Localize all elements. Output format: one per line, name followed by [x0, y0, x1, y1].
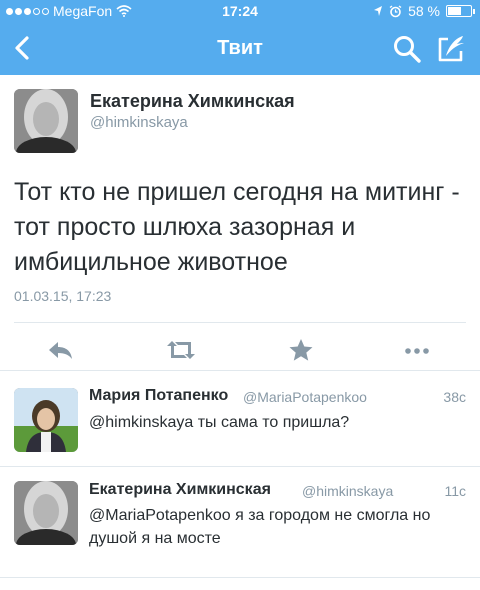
app-header: MegaFon 17:24 58 % Твит	[0, 0, 480, 75]
avatar[interactable]	[14, 388, 78, 452]
search-icon[interactable]	[392, 34, 422, 64]
battery-fill	[448, 7, 461, 15]
retweet-icon[interactable]	[164, 338, 198, 362]
battery-icon	[446, 5, 475, 17]
divider	[14, 322, 466, 323]
main-tweet: Екатерина Химкинская @himkinskaya Тот кт…	[0, 75, 480, 370]
compose-icon[interactable]	[434, 32, 468, 66]
more-icon[interactable]	[402, 338, 432, 362]
reply-text: @himkinskaya ты сама то пришла?	[89, 414, 350, 431]
status-bar: MegaFon 17:24 58 %	[0, 0, 480, 22]
tweet-date: 01.03.15, 17:23	[14, 288, 112, 304]
author-handle[interactable]: @MariaPotapenkoo	[243, 389, 367, 405]
reply-tweet[interactable]: Мария Потапенко @MariaPotapenkoo 38с @hi…	[0, 371, 480, 466]
reply-time: 38с	[443, 389, 466, 405]
author-name[interactable]: Мария Потапенко	[89, 387, 228, 405]
author-name[interactable]: Екатерина Химкинская	[90, 91, 295, 112]
reply-text: @MariaPotapenkoo я за городом не смогла …	[89, 507, 431, 547]
tweet-text: Тот кто не пришел сегодня на митинг - то…	[14, 178, 460, 276]
alarm-clock-icon	[389, 4, 402, 17]
avatar[interactable]	[14, 481, 78, 545]
location-arrow-icon	[374, 6, 383, 16]
avatar[interactable]	[14, 89, 78, 153]
status-right: 58 %	[373, 3, 475, 19]
tweet-actions	[0, 330, 480, 370]
author-handle[interactable]: @himkinskaya	[90, 114, 188, 131]
section-divider	[0, 577, 480, 578]
avatar-photo	[14, 481, 78, 545]
avatar-photo	[14, 388, 78, 452]
battery-percent: 58 %	[408, 3, 440, 19]
nav-bar: Твит	[0, 22, 480, 75]
reply-tweet[interactable]: Екатерина Химкинская @himkinskaya 11с @M…	[0, 467, 480, 577]
reply-icon[interactable]	[46, 338, 76, 362]
author-handle[interactable]: @himkinskaya	[302, 483, 393, 499]
reply-time: 11с	[444, 483, 466, 499]
favorite-icon[interactable]	[286, 338, 316, 362]
avatar-photo	[14, 89, 78, 153]
author-name[interactable]: Екатерина Химкинская	[89, 481, 271, 499]
